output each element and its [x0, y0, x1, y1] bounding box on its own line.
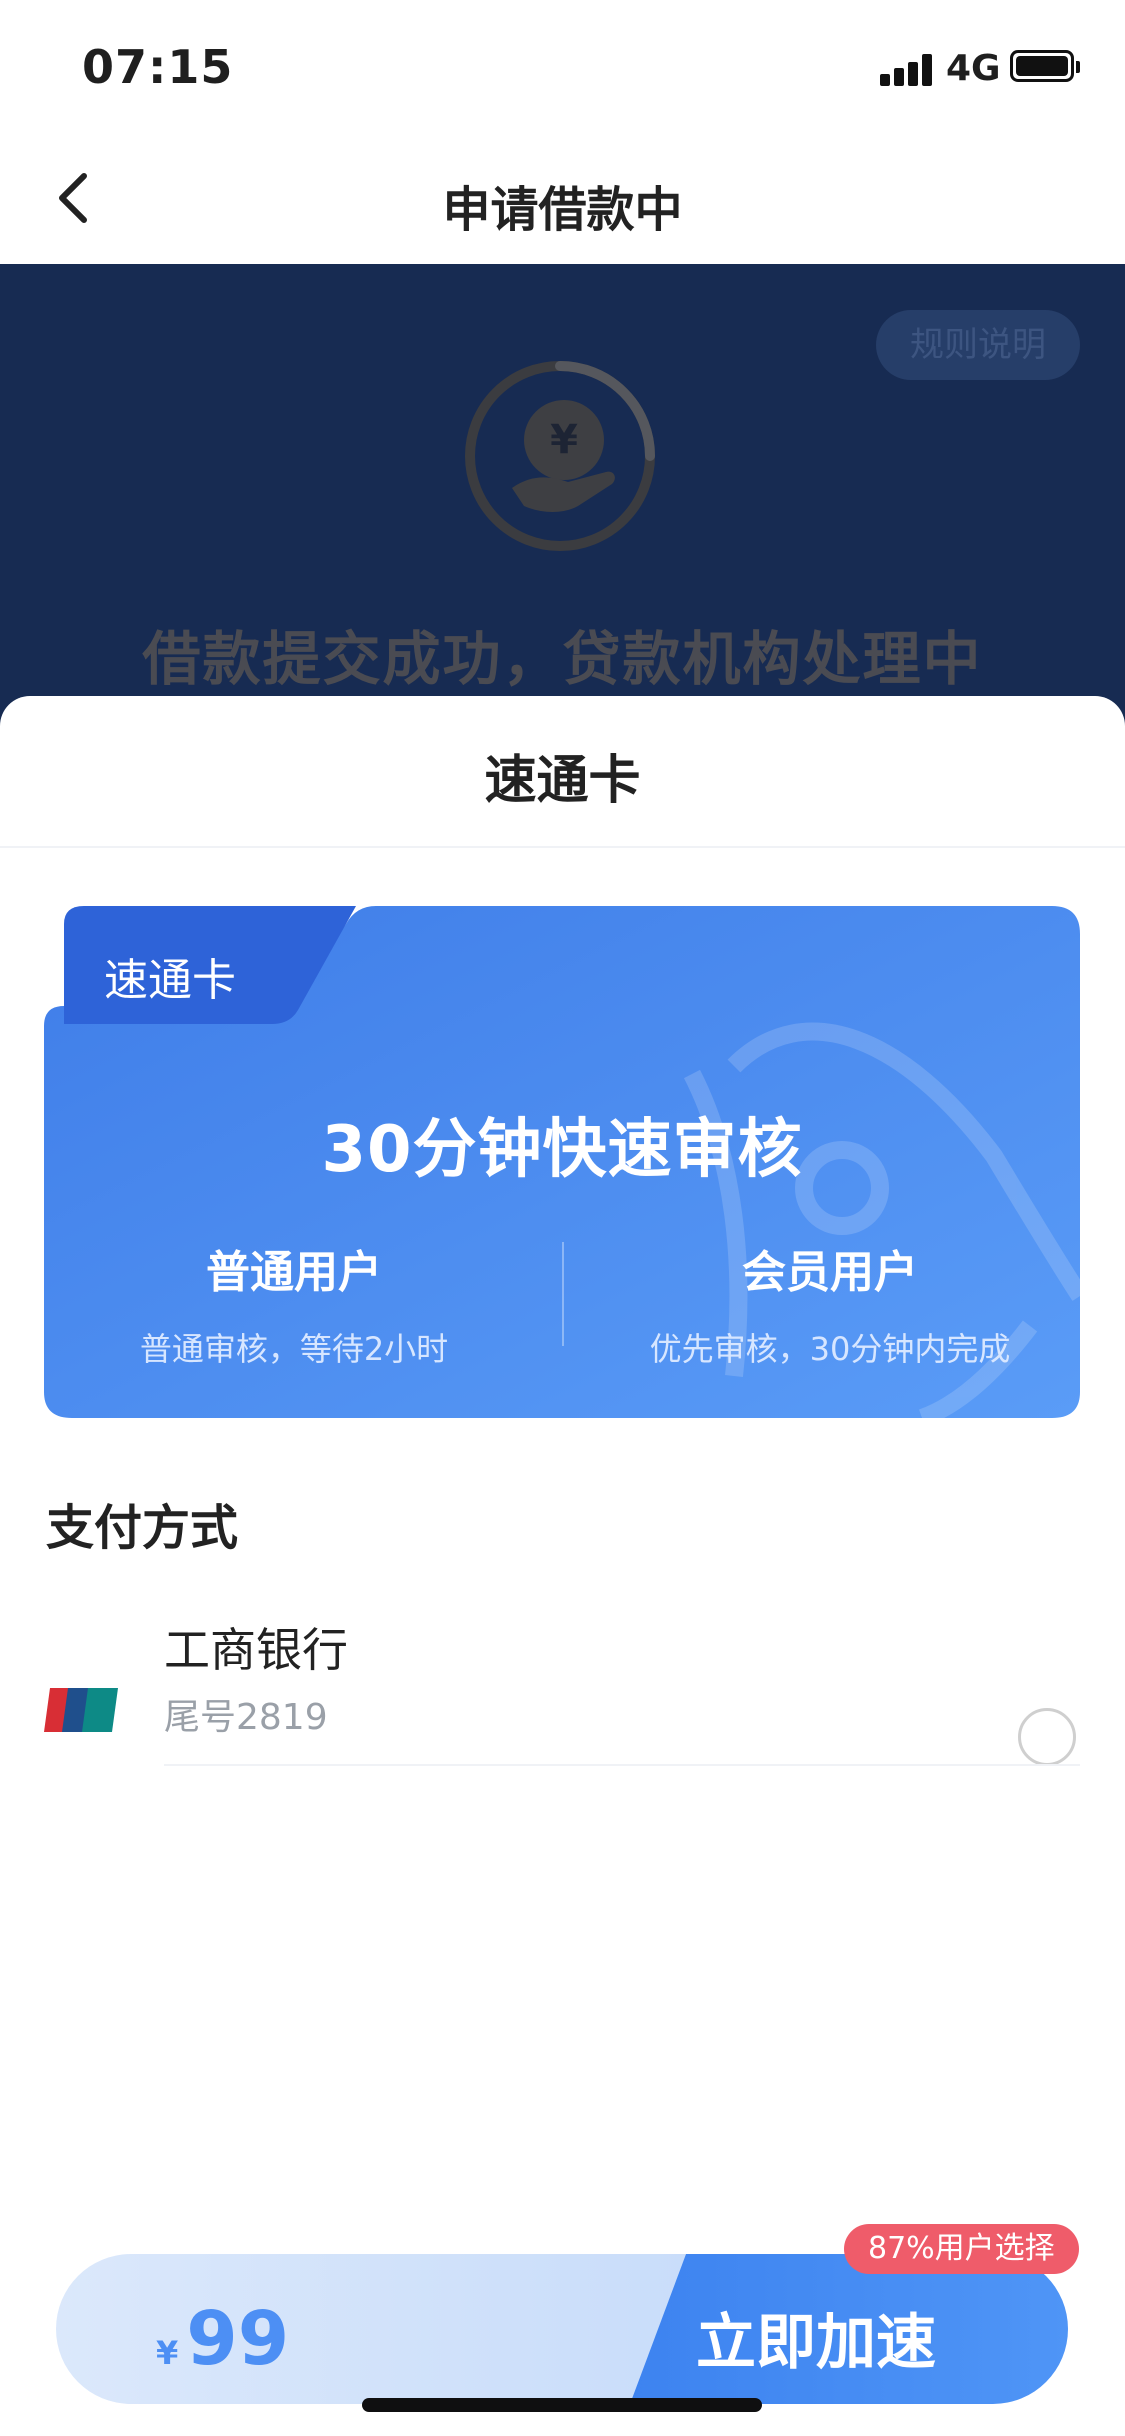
normal-user-column: 普通用户 普通审核，等待2小时: [44, 1236, 544, 1370]
currency-symbol: ¥: [156, 2334, 179, 2372]
page-title: 申请借款中: [442, 182, 683, 238]
loan-processing-icon: ¥: [465, 361, 655, 551]
sheet-divider: [0, 846, 1125, 848]
member-user-desc: 优先审核，30分钟内完成: [649, 1330, 1011, 1368]
svg-text:¥: ¥: [550, 417, 578, 463]
popularity-badge: 87%用户选择: [844, 2224, 1079, 2274]
payment-divider: [164, 1764, 1080, 1766]
payment-method-title: 支付方式: [46, 1500, 239, 1556]
navigation-bar: 申请借款中: [0, 132, 1125, 264]
battery-icon: [1010, 50, 1080, 82]
card-tail-number: 尾号2819: [164, 1697, 328, 1738]
bottom-sheet: 速通卡 速通卡 30分钟快速审核 普通用户 普通审核，等待2小时 会员用户 优先…: [0, 696, 1125, 2436]
sheet-title: 速通卡: [484, 751, 641, 811]
normal-user-desc: 普通审核，等待2小时: [139, 1330, 449, 1368]
status-bar: 07:15 4G: [0, 0, 1125, 132]
unionpay-icon: [44, 1688, 118, 1732]
price-display: ¥99: [156, 2296, 289, 2382]
loan-status-text: 借款提交成功，贷款机构处理中: [142, 625, 983, 693]
member-user-title: 会员用户: [742, 1247, 918, 1298]
status-time: 07:15: [82, 40, 234, 94]
checkout-bar: ¥99 立即加速: [56, 2254, 1068, 2404]
member-user-column: 会员用户 优先审核，30分钟内完成: [580, 1236, 1080, 1370]
signal-icon: [880, 52, 936, 86]
normal-user-title: 普通用户: [206, 1247, 382, 1298]
speed-up-button[interactable]: 立即加速: [646, 2294, 986, 2381]
speed-card: 速通卡 30分钟快速审核 普通用户 普通审核，等待2小时 会员用户 优先审核，3…: [44, 906, 1080, 1418]
rules-button[interactable]: 规则说明: [876, 310, 1080, 380]
card-separator: [562, 1242, 564, 1346]
card-tag: 速通卡: [104, 955, 236, 1006]
payment-radio[interactable]: [1018, 1708, 1076, 1766]
home-indicator: [362, 2398, 762, 2412]
price-value: 99: [186, 2296, 290, 2382]
network-type: 4G: [946, 48, 1001, 89]
payment-option[interactable]: 工商银行 尾号2819: [0, 1596, 1125, 1786]
card-headline: 30分钟快速审核: [321, 1113, 803, 1187]
bank-name: 工商银行: [164, 1623, 348, 1677]
